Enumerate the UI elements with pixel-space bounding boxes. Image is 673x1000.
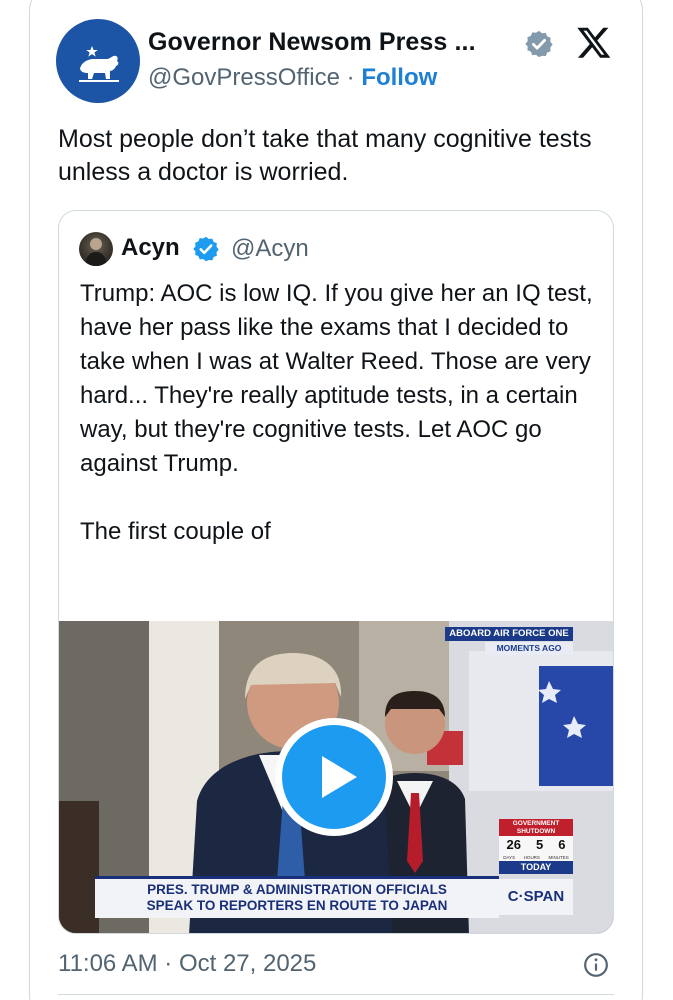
author-handle[interactable]: @GovPressOffice bbox=[148, 64, 340, 91]
shutdown-values: 26 5 6 bbox=[499, 836, 573, 854]
shutdown-unit-minutes: MINUTES bbox=[548, 855, 569, 860]
post-text: Most people don’t take that many cogniti… bbox=[58, 125, 592, 186]
chyron-text: PRES. TRUMP & ADMINISTRATION OFFICIALS S… bbox=[146, 882, 448, 913]
shutdown-unit-hours: HOURS bbox=[523, 855, 540, 860]
play-button-fill bbox=[282, 725, 386, 829]
footer-divider bbox=[58, 994, 614, 995]
shutdown-minutes: 6 bbox=[558, 837, 566, 852]
separator-dot: · bbox=[339, 64, 362, 91]
play-icon bbox=[322, 756, 357, 798]
author-avatar[interactable] bbox=[56, 19, 140, 103]
post-timestamp[interactable]: 11:06 AM · Oct 27, 2025 bbox=[58, 950, 316, 978]
info-icon[interactable] bbox=[583, 952, 609, 978]
verified-blue-badge-icon bbox=[193, 236, 219, 262]
video-player[interactable]: ABOARD AIR FORCE ONE MOMENTS AGO GOVERNM… bbox=[59, 621, 613, 933]
author-name[interactable]: Governor Newsom Press ... bbox=[148, 28, 476, 57]
shutdown-counter: GOVERNMENT SHUTDOWN 26 5 6 DAYS HOURS MI… bbox=[499, 819, 573, 874]
follow-button[interactable]: Follow bbox=[361, 64, 437, 91]
play-button[interactable] bbox=[275, 718, 393, 836]
quoted-post[interactable]: Acyn @Acyn Trump: AOC is low IQ. If you … bbox=[58, 210, 614, 934]
broadcast-time-badge: MOMENTS AGO bbox=[485, 642, 573, 655]
video-chyron: PRES. TRUMP & ADMINISTRATION OFFICIALS S… bbox=[95, 876, 499, 918]
network-logo: C·SPAN bbox=[499, 879, 573, 915]
verified-gray-badge-icon bbox=[525, 30, 553, 58]
quoted-author-name[interactable]: Acyn bbox=[121, 234, 180, 262]
x-logo-icon[interactable] bbox=[575, 24, 613, 60]
shutdown-unit-days: DAYS bbox=[503, 855, 516, 860]
quoted-author-avatar[interactable] bbox=[79, 232, 113, 266]
quoted-author-handle[interactable]: @Acyn bbox=[231, 235, 309, 263]
shutdown-days: 26 bbox=[506, 837, 521, 852]
quoted-post-text: Trump: AOC is low IQ. If you give her an… bbox=[80, 280, 593, 545]
quoted-avatar-figure-icon bbox=[85, 238, 107, 266]
today-label: TODAY bbox=[499, 861, 573, 874]
shutdown-title: GOVERNMENT SHUTDOWN bbox=[499, 819, 573, 836]
broadcast-location-badge: ABOARD AIR FORCE ONE bbox=[445, 627, 573, 641]
shutdown-units: DAYS HOURS MINUTES bbox=[499, 854, 573, 861]
shutdown-hours: 5 bbox=[535, 837, 544, 852]
california-bear-icon bbox=[79, 46, 119, 82]
author-handle-line: @GovPressOffice · Follow bbox=[148, 64, 437, 92]
